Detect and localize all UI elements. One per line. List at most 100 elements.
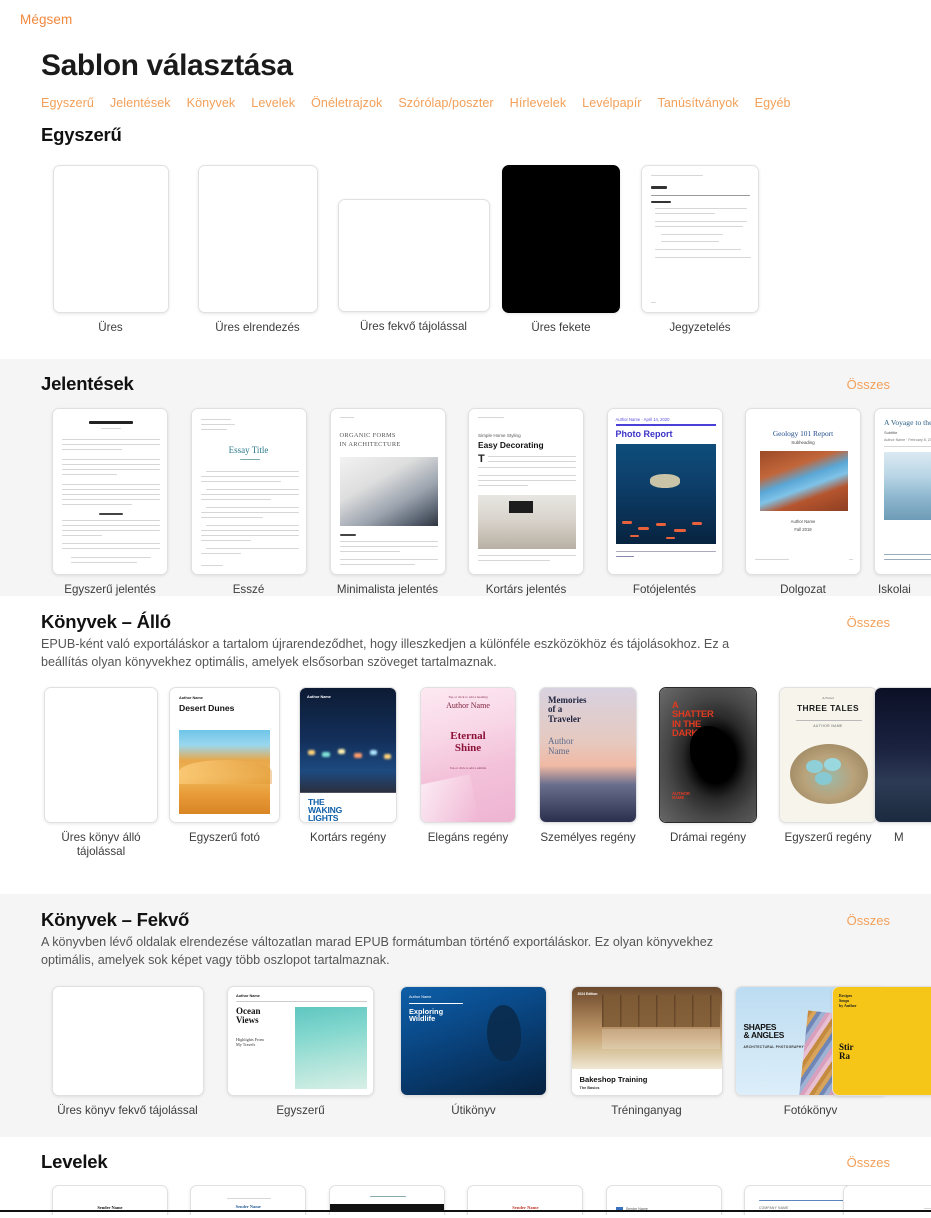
section-jelentesek: Jelentések Összes Egyszerű jelentés Essa…: [0, 359, 931, 596]
page-title: Sablon választása: [41, 49, 293, 82]
template-row-konyvek-allo: Üres könyv álló tájolással Author Name D…: [0, 686, 931, 860]
template-card-ures-konyv-fekvo[interactable]: Üres könyv fekvő tájolással: [41, 985, 214, 1118]
template-card-ures[interactable]: Üres: [41, 165, 180, 335]
template-thumbnail[interactable]: Essay Title: [190, 408, 307, 575]
see-all-konyvek-fekvo[interactable]: Összes: [847, 909, 890, 928]
template-thumbnail[interactable]: [44, 686, 158, 823]
template-card-egyszeru-regeny[interactable]: A Novel THREE TALES AUTHOR NAME Egyszerű…: [768, 686, 888, 845]
template-thumbnail[interactable]: A SHATTER IN THE DARK AUTHOR NAME: [659, 686, 757, 823]
template-caption: M: [894, 830, 904, 844]
see-all-konyvek-allo[interactable]: Összes: [847, 611, 890, 630]
template-card-egyszeru-fekvo[interactable]: Author Name Ocean Views Highlights From My…: [214, 985, 387, 1118]
template-card-kortars-jelentes[interactable]: Simple Home Styling Easy Decorating T Ko…: [457, 408, 595, 597]
template-card-minimalista-jelentes[interactable]: ORGANIC FORMS IN ARCHITECTURE Minimalista…: [318, 408, 457, 597]
template-thumbnail[interactable]: A Novel THREE TALES AUTHOR NAME: [779, 686, 877, 823]
cancel-button[interactable]: Mégsem: [20, 12, 72, 27]
template-caption: Üres: [98, 321, 123, 334]
tab-hirlevelek[interactable]: Hírlevelek: [510, 96, 583, 110]
template-chooser-page: Mégsem Sablon választása Egyszerű Jelent…: [0, 0, 931, 1218]
template-thumbnail[interactable]: [197, 165, 318, 313]
section-description-konyvek-fekvo: A könyvben lévő oldalak elrendezése vált…: [41, 935, 714, 968]
template-card-jegyzeteles[interactable]: Jegyzetelés: [630, 165, 770, 335]
template-caption: Jegyzetelés: [669, 321, 731, 334]
template-caption: Üres fekete: [531, 321, 591, 334]
template-row-konyvek-fekvo: Üres könyv fekvő tájolással Author Name …: [0, 985, 931, 1118]
template-card-partial-fekvo[interactable]: Recipes Soups by Author Stir Ra: [832, 985, 931, 1104]
see-all-jelentesek[interactable]: Összes: [847, 373, 890, 392]
tab-konyvek[interactable]: Könyvek: [187, 96, 252, 110]
template-thumbnail[interactable]: Author Name Ocean Views Highlights From My…: [227, 985, 374, 1096]
template-caption: Üres elrendezés: [215, 321, 300, 334]
section-title-levelek: Levelek: [41, 1151, 108, 1172]
template-card-essze[interactable]: Essay Title Esszé: [179, 408, 318, 597]
template-thumbnail[interactable]: [51, 985, 204, 1096]
section-egyszeru: Egyszerű Üres Üres elrendezés Üres fekvő…: [0, 124, 931, 359]
template-thumbnail[interactable]: 2024 Edition Bakeshop Training The Basic…: [570, 985, 723, 1096]
template-card-fotojelentes[interactable]: Author Name · April 14, 2020 Photo Repor…: [595, 408, 734, 597]
tab-egyszeru[interactable]: Egyszerű: [41, 96, 110, 110]
tab-egyeb[interactable]: Egyéb: [755, 96, 807, 110]
template-caption: Elegáns regény: [427, 830, 509, 844]
template-caption: Személyes regény: [540, 830, 636, 844]
template-thumbnail[interactable]: [874, 686, 931, 823]
template-thumbnail[interactable]: Tap or click to add a heading Author Nam…: [420, 686, 516, 823]
section-title-konyvek-allo: Könyvek – Álló: [41, 611, 171, 632]
template-card-kortars-regeny[interactable]: Author Name THE WAKING LIGHTS Kortárs regé…: [288, 686, 408, 845]
template-card-ures-konyv-allo[interactable]: Üres könyv álló tájolással: [41, 686, 161, 860]
template-row-egyszeru: Üres Üres elrendezés Üres fekvő tájoláss…: [0, 165, 931, 335]
template-caption: Drámai regény: [669, 830, 747, 844]
template-card-egyszeru-foto[interactable]: Author Name Desert Dunes Egyszerű fotó: [161, 686, 288, 845]
template-card-dolgozat[interactable]: Geology 101 Report Subheading Author Nam…: [734, 408, 872, 597]
tab-tanusitvanyok[interactable]: Tanúsítványok: [657, 96, 754, 110]
template-thumbnail[interactable]: Author Name THE WAKING LIGHTS: [299, 686, 397, 823]
tab-szorolap[interactable]: Szórólap/poszter: [398, 96, 509, 110]
section-konyvek-fekvo: Könyvek – Fekvő Összes A könyvben lévő o…: [0, 894, 931, 1137]
template-card-partial[interactable]: M: [874, 686, 931, 845]
template-card-elegans-regeny[interactable]: Tap or click to add a heading Author Nam…: [408, 686, 528, 845]
template-thumbnail[interactable]: [52, 408, 168, 575]
template-thumbnail[interactable]: Recipes Soups by Author Stir Ra: [832, 985, 931, 1096]
see-all-levelek[interactable]: Összes: [847, 1151, 890, 1170]
template-card-egyszeru-jelentes[interactable]: Egyszerű jelentés: [41, 408, 179, 597]
template-thumbnail[interactable]: Author Name Desert Dunes: [169, 686, 280, 823]
template-card-szemelyes-regeny[interactable]: Memories of a Traveler Author Name Személye…: [528, 686, 648, 845]
template-card-treninganyag[interactable]: 2024 Edition Bakeshop Training The Basic…: [560, 985, 733, 1118]
template-caption: Tréninganyag: [611, 1103, 682, 1117]
template-thumbnail[interactable]: [641, 165, 759, 313]
template-thumbnail[interactable]: Author Name Exploring Wildlife: [400, 985, 547, 1096]
template-card-ures-fekete[interactable]: Üres fekete: [492, 165, 630, 335]
tab-jelentesek[interactable]: Jelentések: [110, 96, 187, 110]
viewport-bottom-edge: [0, 1210, 931, 1212]
template-thumbnail[interactable]: Memories of a Traveler Author Name: [539, 686, 637, 823]
top-bar: Mégsem: [0, 0, 931, 40]
template-card-utikonyv[interactable]: Author Name Exploring Wildlife Útikönyv: [387, 985, 560, 1118]
template-thumbnail[interactable]: [337, 199, 490, 312]
tab-levelpapir[interactable]: Levélpapír: [582, 96, 657, 110]
section-title-konyvek-fekvo: Könyvek – Fekvő: [41, 909, 190, 930]
section-title-egyszeru: Egyszerű: [41, 124, 122, 145]
template-caption: Üres könyv álló tájolással: [61, 830, 141, 858]
template-caption: Kortárs regény: [309, 830, 387, 844]
category-tab-bar: Egyszerű Jelentések Könyvek Levelek Önél…: [41, 96, 931, 110]
template-thumbnail[interactable]: Geology 101 Report Subheading Author Nam…: [745, 408, 861, 575]
template-thumbnail[interactable]: A Voyage to the Subtitle Author Name · F…: [874, 408, 931, 575]
template-caption: Útikönyv: [451, 1103, 496, 1117]
template-card-ures-elrendezes[interactable]: Üres elrendezés: [180, 165, 335, 335]
template-thumbnail[interactable]: Author Name · April 14, 2020 Photo Repor…: [606, 408, 723, 575]
template-thumbnail[interactable]: [52, 165, 169, 313]
template-card-dramai-regeny[interactable]: A SHATTER IN THE DARK AUTHOR NAME Drámai reg…: [648, 686, 768, 845]
tab-oneletrajzok[interactable]: Önéletrajzok: [311, 96, 398, 110]
template-row-jelentesek: Egyszerű jelentés Essay Title Esszé ORGA…: [0, 408, 931, 597]
tab-levelek[interactable]: Levelek: [251, 96, 311, 110]
template-card-iskolai[interactable]: A Voyage to the Subtitle Author Name · F…: [872, 408, 931, 597]
template-thumbnail[interactable]: Simple Home Styling Easy Decorating T: [468, 408, 584, 575]
template-thumbnail[interactable]: [502, 165, 620, 313]
template-thumbnail[interactable]: ORGANIC FORMS IN ARCHITECTURE: [329, 408, 446, 575]
section-description-konyvek-allo: EPUB-ként való exportáláskor a tartalom …: [41, 637, 730, 670]
section-title-jelentesek: Jelentések: [41, 373, 134, 394]
template-caption: Fotókönyv: [783, 1103, 838, 1117]
template-card-ures-fekvo[interactable]: Üres fekvő tájolással: [335, 165, 492, 334]
template-caption: Üres fekvő tájolással: [360, 320, 467, 333]
section-levelek: Levelek Összes Sender Name Sender Name S…: [0, 1137, 931, 1215]
template-caption: Üres könyv fekvő tájolással: [57, 1103, 198, 1117]
